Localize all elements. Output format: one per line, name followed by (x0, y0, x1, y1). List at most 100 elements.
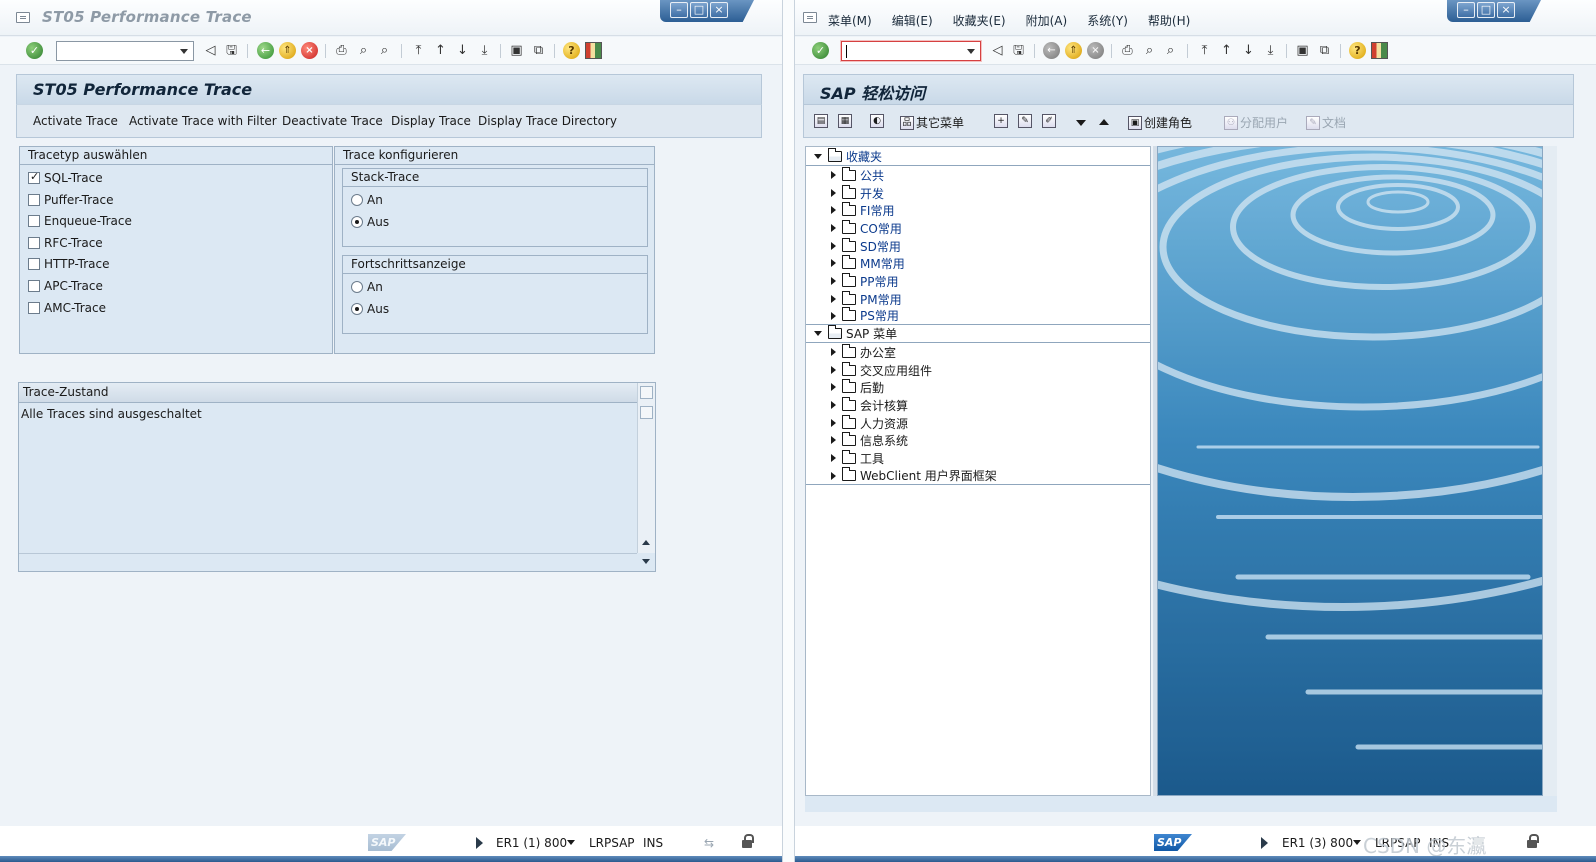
radio-stack-an[interactable]: An (351, 191, 383, 209)
collapse-icon[interactable] (831, 383, 836, 391)
radio-stack-aus[interactable]: Aus (351, 213, 389, 231)
close-button[interactable]: × (710, 2, 728, 18)
tree-node-ps[interactable]: PS常用 (806, 307, 1150, 325)
status-toggle-icon[interactable] (1261, 837, 1268, 849)
new-session-icon[interactable]: ▣ (1294, 42, 1311, 59)
menu-item-menu[interactable]: 菜单(M) (828, 12, 872, 32)
save-icon[interactable]: 🖫 (223, 42, 240, 59)
checkbox[interactable] (28, 170, 40, 184)
checkbox-enqueue-trace[interactable]: Enqueue-Trace (28, 212, 132, 230)
add-favorite-icon[interactable]: + (994, 114, 1010, 128)
last-page-icon[interactable]: ⤓ (476, 42, 493, 59)
cancel-icon[interactable]: × (301, 42, 318, 59)
radio-progress-an[interactable]: An (351, 278, 383, 296)
checkbox-rfc-trace[interactable]: RFC-Trace (28, 234, 103, 252)
minimize-button[interactable]: – (1457, 2, 1475, 18)
tree-node-accounting[interactable]: 会计核算 (806, 396, 1150, 414)
prev-page-icon[interactable]: ↑ (1218, 42, 1235, 59)
collapse-icon[interactable] (831, 259, 836, 267)
radio-button[interactable] (351, 281, 363, 293)
maximize-button[interactable]: □ (690, 2, 708, 18)
collapse-icon[interactable] (831, 471, 836, 480)
collapse-icon[interactable] (831, 436, 836, 444)
other-menu-icon[interactable]: ◐ (870, 114, 886, 128)
close-button[interactable]: × (1497, 2, 1515, 18)
pencil-icon[interactable]: ✐ (1042, 114, 1058, 128)
collapse-icon[interactable] (831, 366, 836, 374)
vertical-scrollbar[interactable] (637, 383, 655, 564)
tree-node-hr[interactable]: 人力资源 (806, 414, 1150, 432)
tree-node-logistics[interactable]: 后勤 (806, 378, 1150, 396)
first-page-icon[interactable]: ⤒ (1196, 42, 1213, 59)
collapse-icon[interactable] (831, 419, 836, 427)
system-info-dropdown-icon[interactable] (567, 840, 575, 845)
prev-page-icon[interactable]: ↑ (432, 42, 449, 59)
window-menu-icon[interactable] (803, 12, 817, 23)
exit-icon[interactable]: ⇑ (1065, 42, 1082, 59)
minimize-button[interactable]: – (670, 2, 688, 18)
collapse-icon[interactable] (831, 311, 836, 320)
help-icon[interactable]: ? (563, 42, 580, 59)
change-favorite-icon[interactable]: ✎ (1018, 114, 1034, 128)
checkbox[interactable] (28, 302, 40, 314)
checkbox[interactable] (28, 280, 40, 292)
tree-node-sap-menu[interactable]: SAP 菜单 (806, 325, 1150, 343)
back-arrow-icon[interactable]: ◁ (989, 42, 1006, 59)
checkbox-http-trace[interactable]: HTTP-Trace (28, 255, 110, 273)
exit-icon[interactable]: ⇑ (279, 42, 296, 59)
checkbox[interactable] (28, 194, 40, 206)
collapse-icon[interactable] (831, 206, 836, 214)
collapse-icon[interactable] (831, 348, 836, 356)
collapse-icon[interactable] (831, 454, 836, 462)
scroll-track[interactable] (640, 406, 653, 419)
next-page-icon[interactable]: ↓ (454, 42, 471, 59)
collapse-icon[interactable] (831, 224, 836, 232)
save-icon[interactable]: 🖫 (1010, 42, 1027, 59)
menu-item-system[interactable]: 系统(Y) (1087, 12, 1128, 32)
tree-node-info-systems[interactable]: 信息系统 (806, 431, 1150, 449)
window-menu-icon[interactable] (16, 12, 30, 23)
activate-trace-button[interactable]: Activate Trace (33, 114, 118, 128)
status-toggle-icon[interactable] (476, 837, 483, 849)
scroll-up-icon[interactable] (642, 540, 650, 545)
display-trace-button[interactable]: Display Trace (391, 114, 471, 128)
collapse-icon[interactable] (831, 295, 836, 303)
print-icon[interactable]: ⎙ (1119, 42, 1136, 59)
checkbox-amc-trace[interactable]: AMC-Trace (28, 299, 106, 317)
lock-icon[interactable] (1525, 834, 1539, 848)
expand-icon[interactable] (814, 154, 822, 159)
tree-node-develop[interactable]: 开发 (806, 184, 1150, 202)
expand-icon[interactable] (814, 331, 822, 336)
tree-node-public[interactable]: 公共 (806, 166, 1150, 184)
other-menu-button[interactable]: 品其它菜单 (900, 114, 964, 131)
maximize-button[interactable]: □ (1477, 2, 1495, 18)
last-page-icon[interactable]: ⤓ (1262, 42, 1279, 59)
tree-node-pm[interactable]: PM常用 (806, 290, 1150, 308)
menu-item-edit[interactable]: 编辑(E) (892, 12, 933, 32)
tree-node-sd[interactable]: SD常用 (806, 237, 1150, 255)
radio-button[interactable] (351, 216, 363, 228)
tree-node-office[interactable]: 办公室 (806, 343, 1150, 361)
collapse-icon[interactable] (831, 242, 836, 250)
help-icon[interactable]: ? (1349, 42, 1366, 59)
menu-icon[interactable]: ▤ (814, 114, 830, 128)
find-icon[interactable]: ⌕ (1141, 42, 1158, 59)
display-trace-directory-button[interactable]: Display Trace Directory (478, 114, 617, 128)
shortcut-icon[interactable]: ⧉ (530, 42, 547, 59)
tree-node-favorites[interactable]: 收藏夹 (806, 148, 1150, 166)
checkbox-sql-trace[interactable]: SQL-Trace (28, 169, 103, 187)
collapse-icon[interactable] (831, 401, 836, 409)
menu-item-extras[interactable]: 附加(A) (1026, 12, 1068, 32)
checkbox-apc-trace[interactable]: APC-Trace (28, 277, 103, 295)
collapse-icon[interactable] (831, 189, 836, 197)
layout-icon[interactable]: . (1371, 42, 1388, 59)
checkbox-puffer-trace[interactable]: Puffer-Trace (28, 191, 114, 209)
cancel-icon[interactable]: × (1087, 42, 1104, 59)
tree-node-fi[interactable]: FI常用 (806, 201, 1150, 219)
command-field[interactable] (841, 41, 981, 61)
checkbox[interactable] (28, 237, 40, 249)
tree-node-mm[interactable]: MM常用 (806, 254, 1150, 272)
tree-node-co[interactable]: CO常用 (806, 219, 1150, 237)
command-field[interactable] (56, 41, 194, 61)
move-up-icon[interactable] (1099, 119, 1109, 125)
